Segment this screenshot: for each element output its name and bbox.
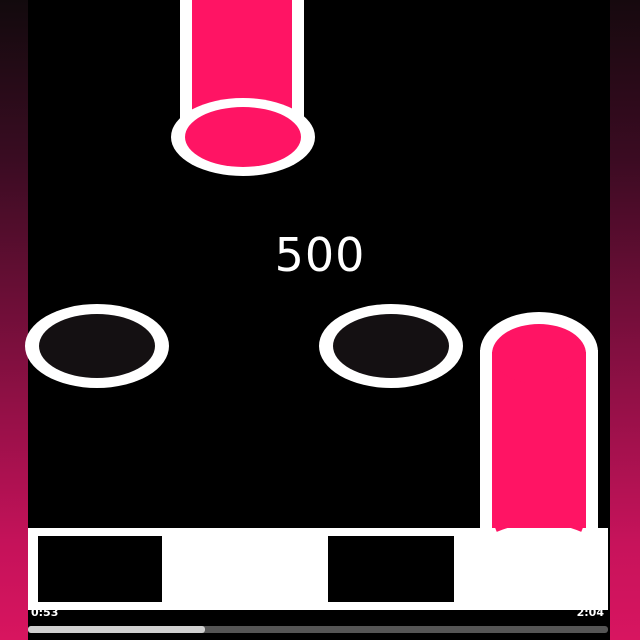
key-row: [28, 528, 608, 610]
lane-3-target-hole: [319, 304, 463, 388]
lane-2-key[interactable]: [178, 530, 314, 606]
progress-bar[interactable]: [28, 626, 608, 633]
elapsed-time: 0:53: [31, 606, 59, 619]
lane-3-key[interactable]: [328, 536, 454, 602]
total-duration: 2:04: [576, 606, 604, 619]
long-note-top[interactable]: [171, 0, 315, 176]
game-board[interactable]: [0, 0, 640, 640]
lane-4-key[interactable]: [470, 530, 608, 606]
lane-1-key[interactable]: [38, 536, 162, 602]
long-note-lane-4[interactable]: [480, 312, 598, 540]
progress-fill: [28, 626, 205, 633]
score-display: 500: [274, 228, 366, 282]
lane-1-target-hole: [25, 304, 169, 388]
